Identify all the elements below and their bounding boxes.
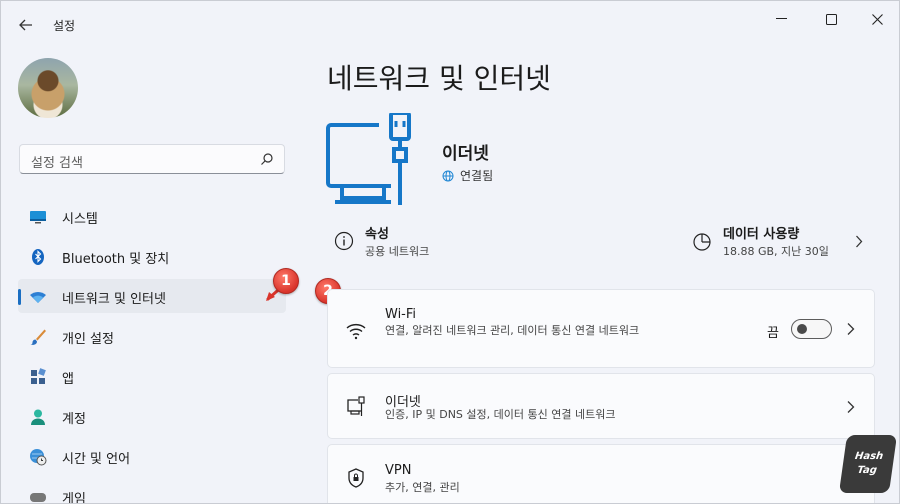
chevron-right-icon: [856, 235, 863, 248]
close-button[interactable]: [854, 1, 899, 37]
ethernet-device-icon: [326, 113, 411, 205]
user-avatar[interactable]: [18, 58, 78, 118]
maximize-button[interactable]: [808, 1, 854, 37]
ethernet-subtitle: 인증, IP 및 DNS 설정, 데이터 통신 연결 네트워크: [385, 408, 616, 421]
wifi-toggle[interactable]: [791, 319, 832, 339]
sidebar-item-personalization[interactable]: 개인 설정: [18, 319, 286, 353]
app-title: 설정: [53, 19, 76, 33]
watermark-line2: Tag: [856, 465, 878, 476]
chevron-right-icon: [847, 401, 855, 413]
wifi-toggle-label: 끔: [767, 326, 779, 341]
info-icon: [334, 231, 354, 251]
sidebar-item-apps[interactable]: 앱: [18, 359, 286, 393]
ethernet-icon: [347, 396, 365, 416]
search-icon: [261, 153, 273, 165]
properties-link[interactable]: 속성 공용 네트워크: [334, 223, 494, 263]
minimize-icon: [775, 18, 787, 19]
data-usage-link[interactable]: 데이터 사용량 18.88 GB, 지난 30일: [692, 223, 872, 263]
gamepad-icon: [30, 493, 46, 502]
device-status-text: 연결됨: [460, 169, 494, 183]
minimize-button[interactable]: [758, 1, 804, 37]
sidebar-item-label: 시스템: [62, 212, 98, 227]
sidebar-item-gaming[interactable]: 게임: [18, 479, 286, 504]
monitor-icon: [30, 211, 46, 224]
maximize-icon: [825, 13, 837, 25]
globe-clock-icon: [30, 449, 47, 466]
search-placeholder: 설정 검색: [31, 156, 83, 171]
properties-title: 속성: [365, 227, 389, 242]
sidebar-item-label: 네트워크 및 인터넷: [62, 292, 166, 307]
brush-icon: [30, 329, 46, 345]
sidebar-item-label: 게임: [62, 492, 86, 504]
close-icon: [871, 13, 883, 25]
apps-icon: [31, 368, 46, 384]
annotation-badge-1: 1: [273, 268, 299, 294]
sidebar-item-label: 시간 및 언어: [62, 452, 131, 467]
properties-subtitle: 공용 네트워크: [365, 245, 430, 258]
watermark-line1: Hash: [854, 451, 884, 462]
vpn-title: VPN: [385, 463, 412, 478]
globe-icon: [442, 170, 454, 181]
sidebar-item-time-language[interactable]: 시간 및 언어: [18, 439, 286, 473]
search-input[interactable]: 설정 검색: [19, 144, 285, 174]
wifi-subtitle: 연결, 알려진 네트워크 관리, 데이터 통신 연결 네트워크: [385, 324, 640, 337]
title-bar: 설정: [1, 1, 899, 47]
sidebar-item-label: 개인 설정: [62, 332, 114, 347]
sidebar-item-bluetooth[interactable]: Bluetooth 및 장치: [18, 239, 286, 273]
network-wifi-icon: [30, 292, 46, 303]
vpn-subtitle: 추가, 연결, 관리: [385, 481, 460, 494]
pie-chart-icon: [693, 233, 711, 251]
sidebar-item-network[interactable]: 네트워크 및 인터넷: [18, 279, 286, 313]
device-name: 이더넷: [442, 144, 489, 164]
sidebar-item-label: Bluetooth 및 장치: [62, 252, 170, 267]
shield-icon: [348, 468, 364, 488]
wifi-card[interactable]: Wi-Fi 연결, 알려진 네트워크 관리, 데이터 통신 연결 네트워크 끔: [327, 289, 875, 368]
toggle-knob: [797, 324, 807, 334]
device-status: 연결됨: [442, 167, 493, 184]
settings-window: 설정 설정 검색 시스템 Bluetooth 및 장치 네트워크 및 인터넷 개…: [0, 0, 900, 504]
back-button[interactable]: [13, 13, 39, 37]
wifi-icon: [346, 323, 366, 340]
vpn-card[interactable]: VPN 추가, 연결, 관리: [327, 444, 875, 503]
chevron-right-icon: [847, 323, 855, 335]
sidebar-item-system[interactable]: 시스템: [18, 199, 286, 233]
sidebar-item-accounts[interactable]: 계정: [18, 399, 286, 433]
page-title: 네트워크 및 인터넷: [327, 62, 551, 95]
sidebar-item-label: 앱: [62, 372, 74, 387]
bluetooth-icon: [32, 249, 44, 265]
data-usage-subtitle: 18.88 GB, 지난 30일: [723, 245, 829, 258]
ethernet-card[interactable]: 이더넷 인증, IP 및 DNS 설정, 데이터 통신 연결 네트워크: [327, 373, 875, 439]
watermark-logo: Hash Tag: [838, 435, 898, 493]
data-usage-title: 데이터 사용량: [723, 227, 800, 242]
selected-indicator: [18, 289, 21, 305]
account-icon: [31, 409, 45, 425]
wifi-title: Wi-Fi: [385, 307, 417, 322]
sidebar-item-label: 계정: [62, 412, 86, 427]
arrow-left-icon: [19, 19, 32, 31]
